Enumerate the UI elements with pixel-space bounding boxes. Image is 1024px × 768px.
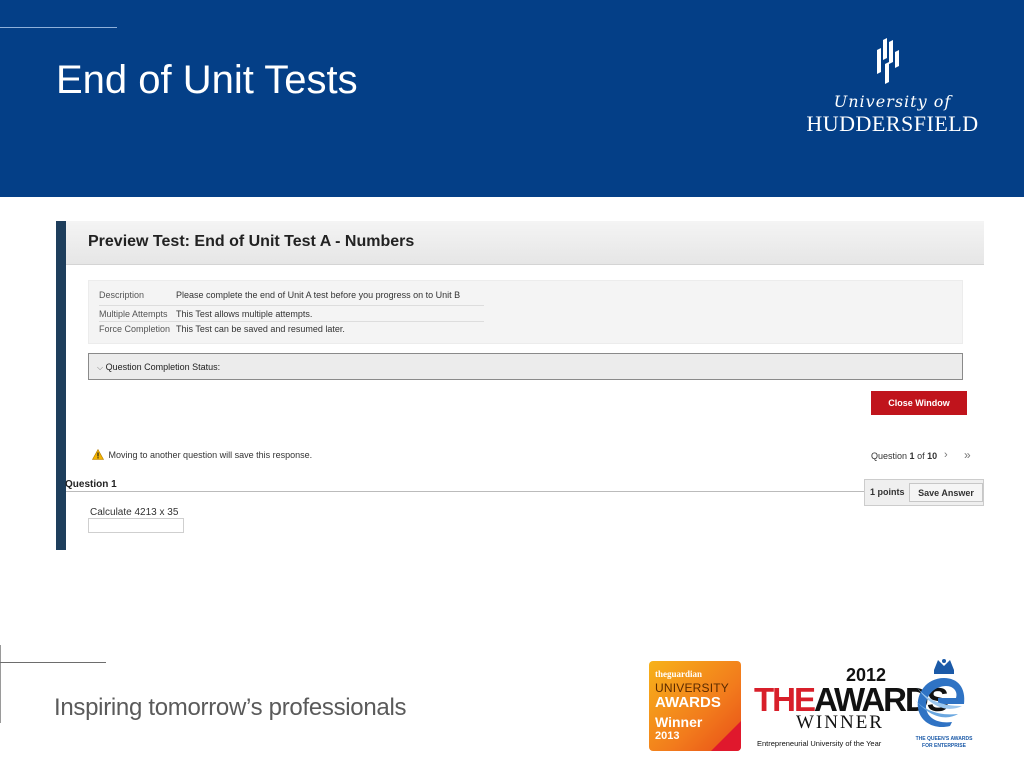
save-answer-button[interactable]: Save Answer <box>909 483 983 502</box>
test-preview-screenshot: Preview Test: End of Unit Test A - Numbe… <box>56 221 984 550</box>
guardian-university-awards-badge: theguardian UNIVERSITY AWARDS Winner 201… <box>649 661 741 751</box>
detail-value: This Test allows multiple attempts. <box>176 309 313 319</box>
guardian-line-awards: AWARDS <box>655 694 721 711</box>
preview-title-bar: Preview Test: End of Unit Test A - Numbe… <box>66 221 984 265</box>
slide-header: End of Unit Tests University of HUDDERSF… <box>0 0 1024 197</box>
detail-value: This Test can be saved and resumed later… <box>176 324 345 334</box>
preview-title: Preview Test: End of Unit Test A - Numbe… <box>88 233 415 250</box>
question-text: Calculate 4213 x 35 <box>90 507 179 518</box>
queens-award-emblem-icon <box>912 659 965 728</box>
the-awards-badge: 2012 THEAWARDS WINNER Entrepreneurial Un… <box>754 665 949 751</box>
detail-label: Description <box>99 290 145 300</box>
footer-rule <box>0 662 106 663</box>
detail-label: Multiple Attempts <box>99 309 168 319</box>
warning-icon <box>92 449 104 460</box>
queens-award-line2: FOR ENTERPRISE <box>922 743 966 749</box>
question-title: Question 1 <box>65 479 117 490</box>
queens-award-line1: THE QUEEN'S AWARDS <box>915 736 973 742</box>
footer-vertical-rule <box>0 645 1 723</box>
completion-status-label: ⌵ Question Completion Status: <box>97 362 220 373</box>
huddersfield-crest-icon <box>877 38 899 84</box>
question-of: of <box>917 451 925 461</box>
close-window-button[interactable]: Close Window <box>871 391 967 415</box>
guardian-line-university: UNIVERSITY <box>655 681 730 695</box>
test-details-box: Description Please complete the end of U… <box>88 280 963 344</box>
guardian-corner <box>711 721 741 751</box>
queens-award-badge: THE QUEEN'S AWARDS FOR ENTERPRISE <box>908 656 980 752</box>
the-awards-winner: WINNER <box>796 712 884 733</box>
warning-text: Moving to another question will save thi… <box>108 450 313 460</box>
detail-value: Please complete the end of Unit A test b… <box>176 290 461 300</box>
detail-separator <box>99 305 484 306</box>
question-points-box: 1 points Save Answer <box>864 479 984 506</box>
detail-label: Force Completion <box>99 324 171 334</box>
answer-input[interactable] <box>88 518 184 533</box>
chevron-down-icon: ⌵ <box>97 363 104 372</box>
logo-line-huddersfield: HUDDERSFIELD <box>806 111 979 136</box>
guardian-year: 2013 <box>655 730 680 742</box>
question-total: 10 <box>927 451 938 461</box>
queens-award-text: THE QUEEN'S AWARDS FOR ENTERPRISE <box>908 736 980 750</box>
last-question-icon[interactable]: » <box>964 448 971 462</box>
header-rule <box>0 27 117 28</box>
logo-line-university-of: University of <box>833 92 952 111</box>
question-points: 1 points <box>870 487 905 497</box>
question-completion-status-toggle[interactable]: ⌵ Question Completion Status: <box>88 353 963 380</box>
guardian-line-winner: Winner <box>655 714 703 730</box>
slide-tagline: Inspiring tomorrow’s professionals <box>54 694 407 721</box>
the-awards-subtitle: Entrepreneurial University of the Year <box>757 739 882 748</box>
next-question-icon[interactable]: › <box>944 449 948 461</box>
detail-separator <box>99 321 484 322</box>
question-counter: Question 1 of 10 <box>871 451 937 461</box>
save-warning: Moving to another question will save thi… <box>92 449 312 460</box>
university-logo: University of HUDDERSFIELD <box>805 38 980 138</box>
question-divider <box>66 491 984 492</box>
slide-title: End of Unit Tests <box>56 58 358 102</box>
guardian-masthead: theguardian <box>655 669 703 679</box>
left-nav-bar <box>56 221 66 550</box>
question-current: 1 <box>909 451 915 461</box>
question-counter-prefix: Question <box>871 451 908 461</box>
completion-status-text: Question Completion Status: <box>105 362 221 372</box>
